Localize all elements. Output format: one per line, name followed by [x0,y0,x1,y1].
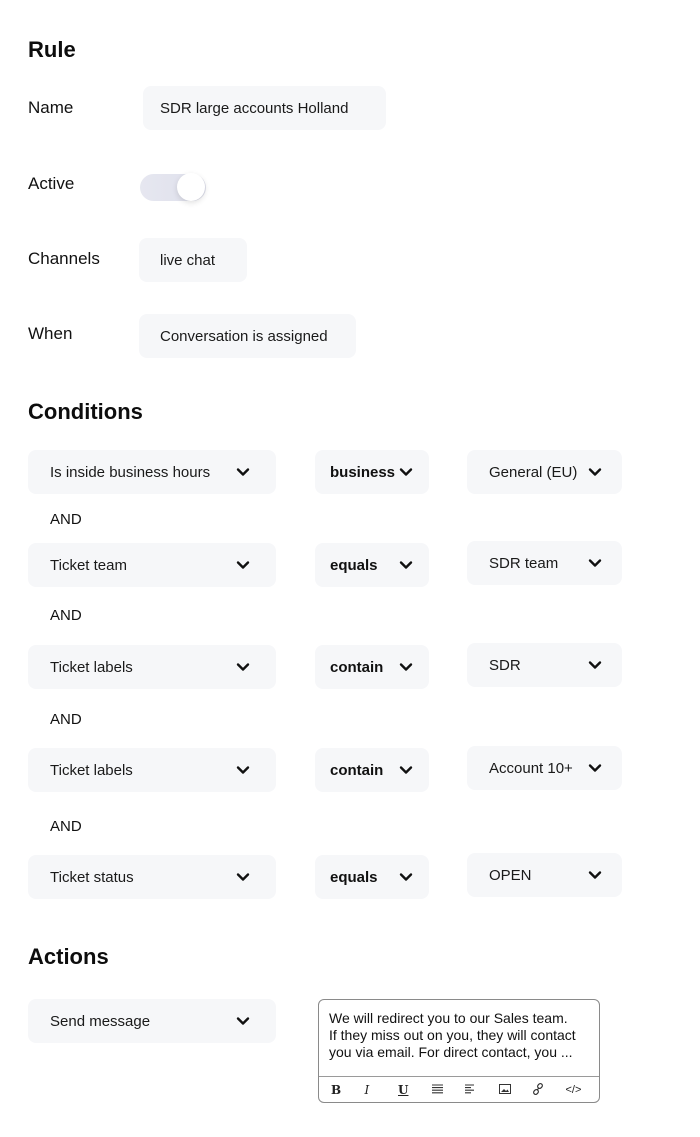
condition-field-select-value: Ticket labels [50,658,133,676]
and-connector: AND [50,511,82,528]
condition-value-select-value: SDR [489,656,521,674]
chevron-down-icon [236,560,250,570]
condition-field-select-value: Ticket team [50,556,127,574]
condition-value-select[interactable]: OPEN [467,853,622,897]
when-select[interactable]: Conversation is assigned [139,314,356,358]
condition-operator-select[interactable]: business [315,450,429,494]
channels-select[interactable]: live chat [139,238,247,282]
condition-field-select-value: Ticket status [50,868,134,886]
chevron-down-icon [399,560,413,570]
channels-value: live chat [160,251,216,269]
name-input[interactable]: SDR large accounts Holland [143,86,386,130]
condition-value-select-value: SDR team [489,554,559,572]
channels-label: Channels [28,249,100,268]
conditions-heading: Conditions [28,399,143,424]
and-connector: AND [50,607,82,624]
action-select[interactable]: Send message [28,999,276,1043]
when-value: Conversation is assigned [160,327,328,345]
actions-heading: Actions [28,944,109,969]
condition-field-select[interactable]: Ticket team [28,543,276,587]
condition-operator-select-value: business [330,463,396,481]
condition-field-select-value: Is inside business hours [50,463,211,481]
bold-icon[interactable]: B [331,1083,365,1097]
chevron-down-icon [236,662,250,672]
message-line: you via email. For direct contact, you .… [329,1044,573,1060]
action-value: Send message [50,1012,151,1030]
condition-operator-select[interactable]: equals [315,855,429,899]
and-connector: AND [50,711,82,728]
link-icon[interactable] [532,1082,566,1098]
chevron-down-icon [236,872,250,882]
condition-value-select[interactable]: Account 10+ [467,746,622,790]
code-icon[interactable]: </> [566,1084,600,1096]
chevron-down-icon [588,763,602,773]
condition-operator-select-value: equals [330,868,378,886]
condition-operator-select-value: equals [330,556,378,574]
condition-value-select-value: Account 10+ [489,759,573,777]
condition-field-select[interactable]: Is inside business hours [28,450,276,494]
italic-icon[interactable]: I [365,1083,399,1097]
message-text[interactable]: We will redirect you to our Sales team. … [319,1000,599,1065]
condition-field-select-value: Ticket labels [50,761,133,779]
editor-toolbar: B I U </> [319,1076,599,1103]
condition-field-select[interactable]: Ticket labels [28,645,276,689]
chevron-down-icon [399,765,413,775]
condition-value-select[interactable]: General (EU) [467,450,622,494]
condition-field-select[interactable]: Ticket labels [28,748,276,792]
condition-operator-select-value: contain [330,658,384,676]
chevron-down-icon [588,558,602,568]
chevron-down-icon [399,662,413,672]
rule-heading: Rule [28,37,76,62]
chevron-down-icon [236,765,250,775]
chevron-down-icon [588,870,602,880]
condition-value-select[interactable]: SDR [467,643,622,687]
chevron-down-icon [236,1016,250,1026]
active-toggle[interactable] [140,173,206,201]
active-label: Active [28,174,75,193]
message-line: If they miss out on you, they will conta… [329,1027,576,1043]
condition-value-select[interactable]: SDR team [467,541,622,585]
chevron-down-icon [588,660,602,670]
image-icon[interactable] [498,1083,533,1097]
toggle-knob [177,173,205,201]
condition-operator-select-value: contain [330,761,384,779]
chevron-down-icon [236,467,250,477]
name-label: Name [28,98,74,117]
and-connector: AND [50,818,82,835]
name-input-value: SDR large accounts Holland [160,99,349,117]
message-line: We will redirect you to our Sales team. [329,1010,568,1026]
condition-value-select-value: General (EU) [489,463,578,481]
condition-operator-select[interactable]: contain [315,645,429,689]
condition-value-select-value: OPEN [489,866,532,884]
align-left-icon[interactable] [465,1083,499,1097]
message-editor[interactable]: We will redirect you to our Sales team. … [318,999,600,1103]
chevron-down-icon [399,467,413,477]
condition-operator-select[interactable]: equals [315,543,429,587]
chevron-down-icon [588,467,602,477]
justify-icon[interactable] [431,1083,466,1097]
chevron-down-icon [399,872,413,882]
when-label: When [28,324,73,343]
condition-operator-select[interactable]: contain [315,748,429,792]
condition-field-select[interactable]: Ticket status [28,855,276,899]
underline-icon[interactable]: U [398,1083,432,1097]
